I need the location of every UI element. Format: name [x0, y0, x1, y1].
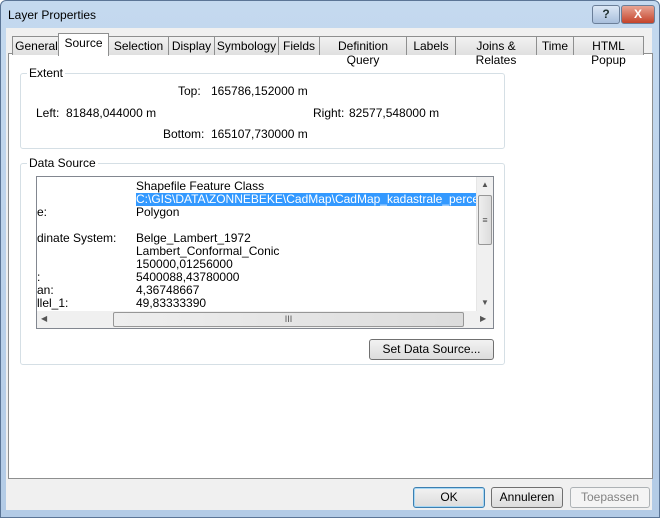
property-value[interactable]: Lambert_Conformal_Conic	[136, 245, 279, 258]
tab-general[interactable]: General	[12, 36, 61, 55]
top-value: 165786,152000 m	[211, 84, 308, 98]
extent-group: Extent Top: 165786,152000 m Left: 81848,…	[20, 66, 505, 149]
set-data-source-button[interactable]: Set Data Source...	[369, 339, 494, 360]
scroll-up-icon[interactable]: ▲	[481, 180, 489, 189]
tab-fields[interactable]: Fields	[278, 36, 320, 55]
scroll-down-icon[interactable]: ▼	[481, 298, 489, 307]
tab-source[interactable]: Source	[58, 33, 109, 56]
window-title: Layer Properties	[8, 8, 97, 22]
selected-path-value[interactable]: C:\GIS\DATA\ZONNEBEKE\CadMap\CadMap_kada…	[136, 193, 493, 206]
property-value[interactable]: 49,83333390	[136, 297, 206, 310]
vertical-scroll-thumb[interactable]: ≡	[478, 195, 492, 245]
right-value: 82577,548000 m	[349, 106, 440, 120]
tab-html-popup[interactable]: HTML Popup	[573, 36, 644, 67]
property-key: :	[37, 270, 41, 284]
right-label: Right:	[313, 106, 345, 120]
property-key: llel_1:	[37, 296, 69, 310]
tab-labels[interactable]: Labels	[406, 36, 456, 55]
data-source-list[interactable]: llel_1: 49,83333390 an: 4,36748667: 5400088,…	[36, 176, 494, 329]
data-source-label: Data Source	[27, 156, 98, 170]
tab-selection[interactable]: Selection	[108, 36, 169, 55]
apply-button[interactable]: Toepassen	[570, 487, 650, 508]
horizontal-scrollbar[interactable]: ◀ III ▶	[37, 311, 493, 328]
property-value[interactable]: 4,36748667	[136, 284, 199, 297]
property-value[interactable]: Belge_Lambert_1972	[136, 232, 251, 245]
property-value[interactable]: 150000,01256000	[136, 258, 233, 271]
scroll-right-icon[interactable]: ▶	[480, 314, 486, 323]
tab-definition-query[interactable]: Definition Query	[319, 36, 407, 67]
property-key: an:	[37, 283, 54, 297]
tab-joins-relates[interactable]: Joins & Relates	[455, 36, 537, 67]
tab-display[interactable]: Display	[168, 36, 215, 55]
vertical-scrollbar[interactable]: ▲ ≡ ▼	[476, 177, 493, 312]
tab-symbology[interactable]: Symbology	[214, 36, 279, 55]
tab-time[interactable]: Time	[536, 36, 574, 55]
ok-button[interactable]: OK	[413, 487, 485, 508]
help-button[interactable]: ?	[592, 5, 620, 24]
property-value[interactable]: Shapefile Feature Class	[136, 180, 264, 193]
left-label: Left:	[36, 106, 60, 120]
property-key: e:	[37, 205, 48, 219]
property-value[interactable]: 5400088,43780000	[136, 271, 239, 284]
bottom-value: 165107,730000 m	[211, 127, 308, 141]
left-value: 81848,044000 m	[66, 106, 157, 120]
cancel-button[interactable]: Annuleren	[491, 487, 563, 508]
top-label: Top:	[178, 84, 201, 98]
property-value[interactable]: Polygon	[136, 206, 179, 219]
extent-label: Extent	[27, 66, 66, 80]
bottom-label: Bottom:	[163, 127, 205, 141]
close-button[interactable]: X	[621, 5, 655, 24]
horizontal-scroll-thumb[interactable]: III	[113, 312, 464, 327]
scroll-left-icon[interactable]: ◀	[41, 314, 47, 323]
property-key: dinate System:	[37, 231, 117, 245]
